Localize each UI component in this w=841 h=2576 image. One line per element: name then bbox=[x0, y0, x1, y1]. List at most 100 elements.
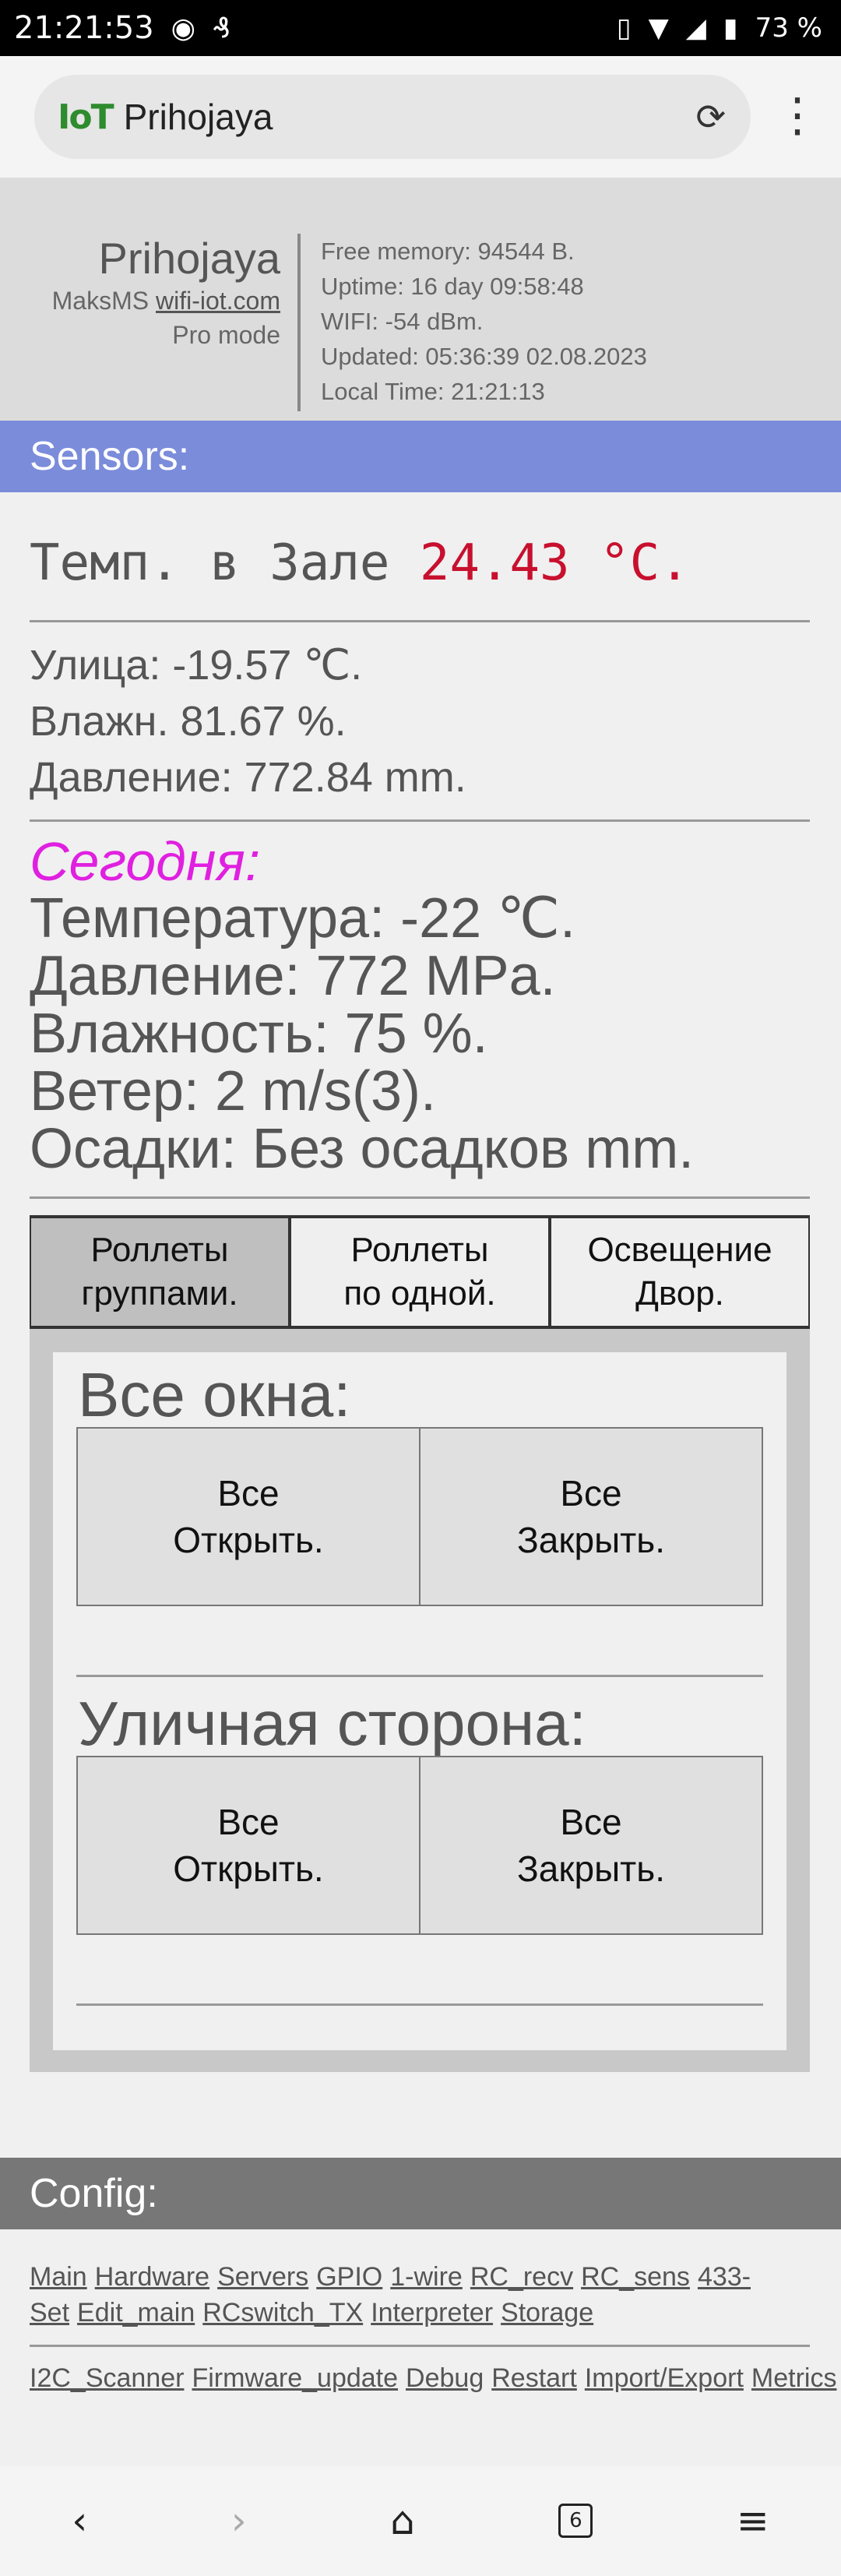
today-temperature: Температура: -22 ℃. bbox=[30, 887, 576, 950]
device-info: Prihojaya MaksMS wifi-iot.com Pro mode bbox=[0, 234, 280, 352]
device-name: Prihojaya bbox=[98, 234, 280, 283]
header-divider bbox=[297, 234, 301, 411]
browser-nav-bar: ‹ › ⌂ 6 ≡ bbox=[0, 2465, 841, 2576]
group-buttons-all-windows: Все Открыть. Все Закрыть. bbox=[76, 1427, 763, 1606]
link-main[interactable]: Main bbox=[30, 2262, 87, 2292]
link-i2c-scanner[interactable]: I2C_Scanner bbox=[30, 2363, 184, 2393]
tab-rollers-groups[interactable]: Роллеты группами. bbox=[30, 1215, 290, 1329]
button-label: Все bbox=[560, 1473, 622, 1514]
button-label: Закрыть. bbox=[517, 1848, 665, 1889]
link-edit-main[interactable]: Edit_main bbox=[77, 2298, 195, 2328]
wifi-icon: ▼ bbox=[648, 12, 669, 44]
button-label: Все bbox=[217, 1802, 280, 1842]
button-label: Открыть. bbox=[173, 1848, 324, 1889]
link-gpio[interactable]: GPIO bbox=[316, 2262, 382, 2292]
sensors-header: Sensors: bbox=[0, 421, 841, 492]
status-right: ▯ ▼ ◢ ▮ 73 % bbox=[617, 12, 822, 44]
tabs-count-icon[interactable]: 6 bbox=[558, 2504, 593, 2538]
tab-panel: Все окна: Все Открыть. Все Закрыть. Улична… bbox=[30, 1329, 810, 2072]
back-icon[interactable]: ‹ bbox=[72, 2498, 87, 2543]
button-label: Закрыть. bbox=[517, 1520, 665, 1560]
battery-icon: ▮ bbox=[723, 12, 738, 44]
tab-lighting-yard[interactable]: Освещение Двор. bbox=[550, 1215, 810, 1329]
link-interpreter[interactable]: Interpreter bbox=[371, 2298, 493, 2328]
uptime: Uptime: 16 day 09:58:48 bbox=[321, 273, 584, 300]
hall-temp-label: Темп. в Зале bbox=[30, 534, 390, 592]
more-menu-icon[interactable]: ⋮ bbox=[774, 92, 821, 139]
free-memory: Free memory: 94544 B. bbox=[321, 238, 575, 265]
button-label: Открыть. bbox=[173, 1520, 324, 1560]
today-forecast: Температура: -22 ℃. Давление: 772 MPa. В… bbox=[30, 890, 694, 1178]
divider bbox=[76, 2003, 763, 2006]
system-stats: Free memory: 94544 B. Uptime: 16 day 09:… bbox=[321, 234, 647, 409]
tab-label: группами. bbox=[81, 1274, 238, 1313]
updated-time: Updated: 05:36:39 02.08.2023 bbox=[321, 343, 647, 370]
browser-bar: IoT Prihojaya ⟳ ⋮ bbox=[0, 56, 841, 178]
group-title-street-side: Уличная сторона: bbox=[78, 1689, 586, 1758]
street-temp: Улица: -19.57 ℃. bbox=[30, 642, 363, 689]
link-firmware-update[interactable]: Firmware_update bbox=[192, 2363, 398, 2393]
vibrate-icon: ▯ bbox=[616, 12, 632, 44]
link-rcswitch-tx[interactable]: RCswitch_TX bbox=[202, 2298, 363, 2328]
page-title: Prihojaya bbox=[123, 97, 273, 137]
config-links-primary: Main Hardware Servers GPIO 1-wire RC_recv RC_s… bbox=[30, 2259, 816, 2331]
link-restart[interactable]: Restart bbox=[491, 2363, 577, 2393]
signal-icon: ◢ bbox=[685, 12, 706, 44]
sensors-title: Sensors: bbox=[30, 434, 190, 479]
aperture-icon: ◉ bbox=[171, 12, 196, 44]
link-import-export[interactable]: Import/Export bbox=[585, 2363, 744, 2393]
open-street-button[interactable]: Все Открыть. bbox=[76, 1756, 420, 1935]
device-header: Prihojaya MaksMS wifi-iot.com Pro mode F… bbox=[0, 178, 841, 421]
tab-rollers-single[interactable]: Роллеты по одной. bbox=[290, 1215, 550, 1329]
iot-logo-icon: IoT bbox=[58, 97, 114, 137]
hall-temperature: Темп. в Зале 24.43 °C. bbox=[30, 534, 690, 592]
group-title-all-windows: Все окна: bbox=[78, 1360, 351, 1429]
tab-label: Двор. bbox=[635, 1274, 724, 1313]
today-pressure: Давление: 772 MPa. bbox=[30, 945, 556, 1007]
hamburger-menu-icon[interactable]: ≡ bbox=[737, 2498, 769, 2543]
config-title: Config: bbox=[30, 2171, 158, 2216]
reload-icon[interactable]: ⟳ bbox=[695, 96, 726, 138]
today-humidity: Влажность: 75 %. bbox=[30, 1003, 488, 1065]
button-label: Все bbox=[560, 1802, 622, 1842]
local-time: Local Time: 21:21:13 bbox=[321, 378, 545, 405]
open-all-button[interactable]: Все Открыть. bbox=[76, 1427, 420, 1606]
forward-icon[interactable]: › bbox=[231, 2498, 247, 2543]
divider bbox=[30, 1196, 810, 1199]
battery-level: 73 % bbox=[755, 12, 822, 44]
control-tabs: Роллеты группами. Роллеты по одной. Освеще… bbox=[30, 1215, 810, 1329]
hall-temp-value: 24.43 °C. bbox=[419, 534, 690, 592]
tab-label: Освещение bbox=[587, 1231, 772, 1269]
link-servers[interactable]: Servers bbox=[217, 2262, 308, 2292]
site-link[interactable]: wifi-iot.com bbox=[156, 287, 280, 315]
divider bbox=[30, 2345, 810, 2347]
author-line: MaksMS wifi-iot.com bbox=[0, 284, 280, 318]
link-storage[interactable]: Storage bbox=[501, 2298, 593, 2328]
app-icon: ₰ bbox=[213, 12, 230, 44]
group-buttons-street-side: Все Открыть. Все Закрыть. bbox=[76, 1756, 763, 1935]
divider bbox=[30, 819, 810, 822]
wifi-strength: WIFI: -54 dBm. bbox=[321, 308, 484, 335]
address-bar[interactable]: IoT Prihojaya ⟳ bbox=[34, 75, 751, 159]
divider bbox=[76, 1675, 763, 1677]
link-hardware[interactable]: Hardware bbox=[95, 2262, 209, 2292]
config-links-secondary: I2C_Scanner Firmware_update Debug Restart Im… bbox=[30, 2360, 836, 2396]
close-street-button[interactable]: Все Закрыть. bbox=[420, 1756, 763, 1935]
today-precipitation: Осадки: Без осадков mm. bbox=[30, 1118, 695, 1180]
home-icon[interactable]: ⌂ bbox=[390, 2498, 415, 2543]
author: MaksMS bbox=[51, 287, 150, 315]
link-1wire[interactable]: 1-wire bbox=[390, 2262, 463, 2292]
link-metrics[interactable]: Metrics bbox=[751, 2363, 837, 2393]
humidity: Влажн. 81.67 %. bbox=[30, 698, 347, 745]
close-all-button[interactable]: Все Закрыть. bbox=[420, 1427, 763, 1606]
button-label: Все bbox=[217, 1473, 280, 1514]
config-header: Config: bbox=[0, 2158, 841, 2229]
link-rc-recv[interactable]: RC_recv bbox=[470, 2262, 573, 2292]
status-time: 21:21:53 bbox=[14, 10, 154, 46]
divider bbox=[30, 620, 810, 622]
link-rc-sens[interactable]: RC_sens bbox=[581, 2262, 690, 2292]
tab-panel-content: Все окна: Все Открыть. Все Закрыть. Улична… bbox=[53, 1352, 786, 2050]
mode: Pro mode bbox=[172, 321, 280, 349]
link-debug[interactable]: Debug bbox=[406, 2363, 484, 2393]
tab-label: Роллеты bbox=[90, 1231, 229, 1269]
